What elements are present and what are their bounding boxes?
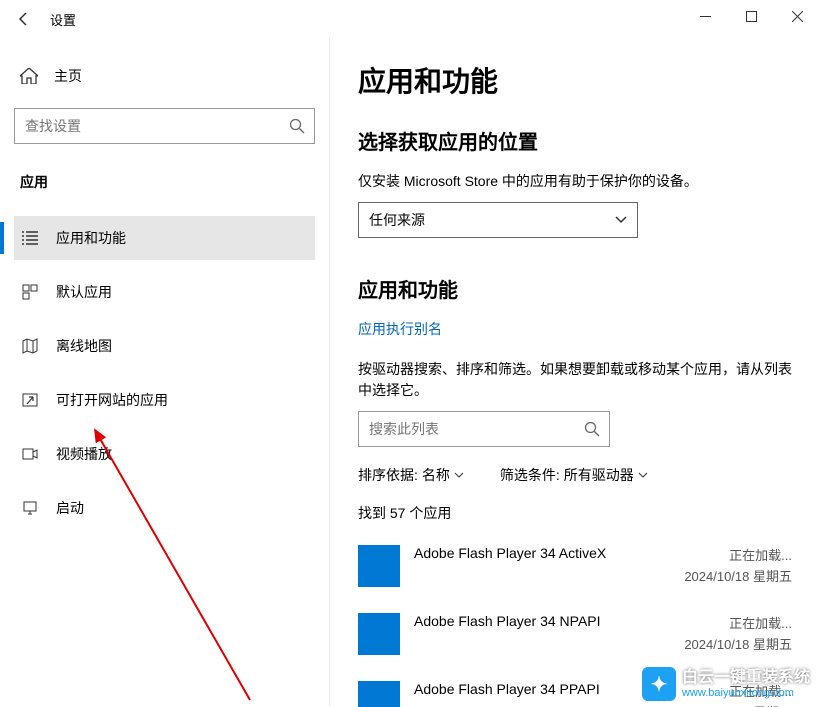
sidebar-item-default-apps[interactable]: 默认应用: [14, 270, 315, 314]
filter-value: 所有驱动器: [564, 465, 634, 485]
back-button[interactable]: [8, 3, 40, 35]
dropdown-value: 任何来源: [369, 210, 425, 230]
sidebar-item-label: 可打开网站的应用: [56, 390, 168, 410]
main-content: 应用和功能 选择获取应用的位置 仅安装 Microsoft Store 中的应用…: [330, 38, 820, 707]
app-size: 正在加载...: [684, 545, 792, 564]
app-list-search-input[interactable]: [358, 411, 610, 447]
app-icon: [358, 681, 400, 707]
sidebar-item-apps-features[interactable]: 应用和功能: [14, 216, 315, 260]
watermark-url: www.baiyunxitong.com: [682, 687, 810, 700]
search-icon: [584, 421, 600, 437]
sidebar-item-label: 视频播放: [56, 444, 112, 464]
app-icon: [358, 545, 400, 587]
home-button[interactable]: 主页: [14, 58, 315, 94]
sidebar-item-label: 应用和功能: [56, 228, 126, 248]
titlebar: 设置: [0, 0, 820, 38]
chevron-down-icon: [615, 216, 627, 224]
startup-icon: [20, 500, 40, 516]
app-date: 2025/02/07 星期五: [684, 702, 792, 707]
map-icon: [20, 338, 40, 354]
home-label: 主页: [54, 66, 82, 86]
app-list-search-box[interactable]: [358, 411, 610, 447]
settings-search-input[interactable]: [14, 108, 315, 144]
app-aliases-link[interactable]: 应用执行别名: [358, 319, 792, 339]
watermark-title: 白云一键重装系统: [682, 668, 810, 687]
sort-label: 排序依据:: [358, 465, 418, 485]
install-source-help: 仅安装 Microsoft Store 中的应用有助于保护你的设备。: [358, 171, 792, 192]
defaults-icon: [20, 284, 40, 300]
app-row[interactable]: Adobe Flash Player 34 NPAPI 正在加载... 2024…: [358, 605, 792, 663]
sidebar-item-label: 离线地图: [56, 336, 112, 356]
close-button[interactable]: [774, 0, 820, 32]
filter-help: 按驱动器搜索、排序和筛选。如果想要卸载或移动某个应用，请从列表中选择它。: [358, 359, 792, 401]
chevron-down-icon: [454, 472, 464, 478]
window-controls: [682, 0, 820, 32]
app-date: 2024/10/18 星期五: [684, 634, 792, 653]
filter-label: 筛选条件:: [500, 465, 560, 485]
page-title: 应用和功能: [358, 60, 792, 100]
home-icon: [20, 68, 40, 84]
sidebar-item-startup[interactable]: 启动: [14, 486, 315, 530]
sort-dropdown[interactable]: 排序依据: 名称: [358, 465, 464, 485]
search-icon: [289, 118, 305, 134]
settings-search-box[interactable]: [14, 108, 315, 144]
arrow-left-icon: [16, 11, 32, 27]
sort-value: 名称: [422, 465, 450, 485]
sidebar-item-label: 启动: [56, 498, 84, 518]
website-icon: [20, 392, 40, 408]
install-source-dropdown[interactable]: 任何来源: [358, 202, 638, 238]
install-source-title: 选择获取应用的位置: [358, 126, 792, 155]
close-icon: [792, 11, 803, 22]
app-date: 2024/10/18 星期五: [684, 566, 792, 585]
sort-filter-row: 排序依据: 名称 筛选条件: 所有驱动器: [358, 465, 792, 485]
minimize-icon: [700, 11, 711, 22]
app-name: Adobe Flash Player 34 ActiveX: [414, 545, 684, 561]
filter-dropdown[interactable]: 筛选条件: 所有驱动器: [500, 465, 648, 485]
sidebar-item-offline-maps[interactable]: 离线地图: [14, 324, 315, 368]
watermark-icon: ✦: [642, 667, 676, 701]
video-icon: [20, 446, 40, 462]
list-icon: [20, 230, 40, 246]
app-icon: [358, 613, 400, 655]
app-count: 找到 57 个应用: [358, 503, 792, 523]
sidebar-section-label: 应用: [14, 164, 315, 200]
maximize-button[interactable]: [728, 0, 774, 32]
apps-features-title: 应用和功能: [358, 274, 792, 303]
app-size: 正在加载...: [684, 613, 792, 632]
window-title: 设置: [50, 10, 76, 29]
sidebar-item-video-playback[interactable]: 视频播放: [14, 432, 315, 476]
app-row[interactable]: Adobe Flash Player 34 ActiveX 正在加载... 20…: [358, 537, 792, 595]
sidebar-item-website-apps[interactable]: 可打开网站的应用: [14, 378, 315, 422]
minimize-button[interactable]: [682, 0, 728, 32]
sidebar-item-label: 默认应用: [56, 282, 112, 302]
sidebar: 主页 应用 应用和功能 默认应用: [0, 38, 330, 707]
maximize-icon: [746, 11, 757, 22]
app-name: Adobe Flash Player 34 NPAPI: [414, 613, 684, 629]
watermark: ✦ 白云一键重装系统 www.baiyunxitong.com: [642, 667, 810, 701]
chevron-down-icon: [638, 472, 648, 478]
